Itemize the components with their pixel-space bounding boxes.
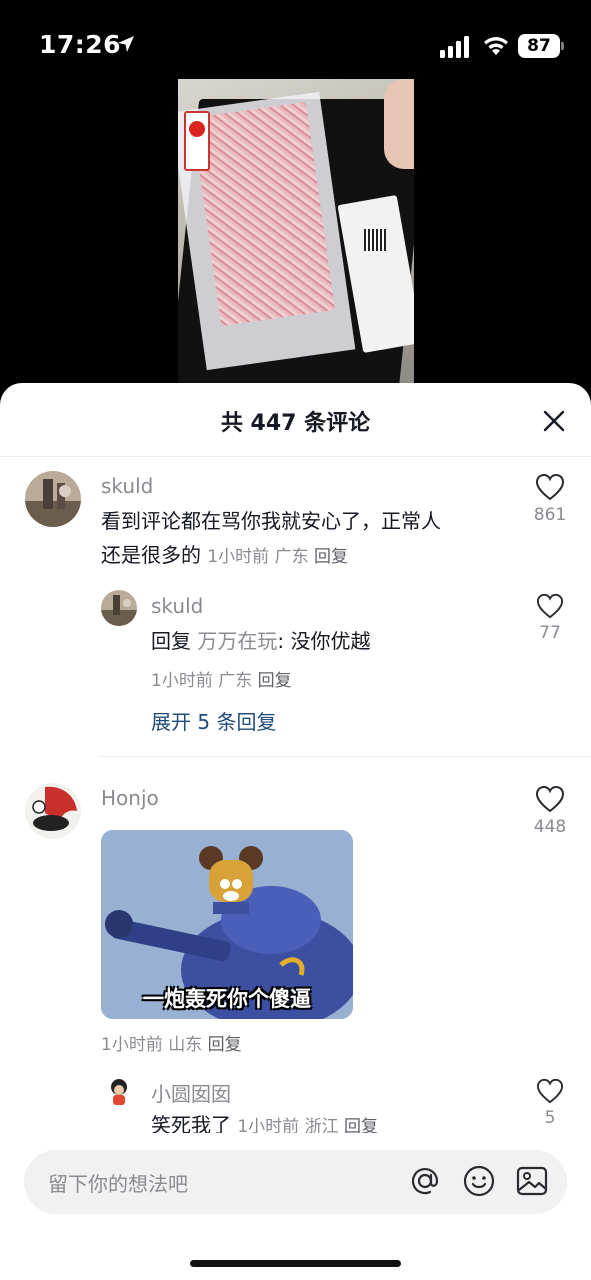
reply-meta: 1小时前 广东 回复 bbox=[151, 666, 292, 691]
like-button[interactable]: 5 bbox=[520, 1078, 580, 1128]
reply-username[interactable]: 小圆囡囡 bbox=[151, 1078, 231, 1107]
reply-button[interactable]: 回复 bbox=[258, 671, 292, 691]
comment-username[interactable]: Honjo bbox=[101, 786, 159, 810]
like-count: 861 bbox=[533, 505, 567, 525]
reply-prefix: 回复 bbox=[151, 629, 191, 653]
thread-divider bbox=[100, 756, 591, 757]
status-time: 17:26 bbox=[39, 30, 122, 59]
comment-text-line: 还是很多的 bbox=[101, 543, 201, 567]
comment-input-placeholder[interactable]: 留下你的想法吧 bbox=[48, 1168, 188, 1197]
comment-time: 1小时前 bbox=[101, 1035, 163, 1055]
like-button[interactable]: 861 bbox=[520, 473, 580, 525]
header-divider bbox=[0, 456, 591, 457]
comment-location: 山东 bbox=[168, 1035, 203, 1055]
like-count: 5 bbox=[544, 1108, 556, 1128]
sheet-title: 共 447 条评论 bbox=[220, 411, 371, 436]
reply-username[interactable]: skuld bbox=[151, 594, 203, 618]
reply-location: 广东 bbox=[218, 671, 253, 691]
comment-sticker-image[interactable]: 一炮轰死你个傻逼 bbox=[101, 830, 353, 1019]
comment-input-bar[interactable]: 留下你的想法吧 bbox=[24, 1150, 567, 1214]
image-icon[interactable] bbox=[515, 1164, 549, 1198]
close-icon[interactable] bbox=[540, 407, 568, 435]
reply-button[interactable]: 回复 bbox=[314, 547, 348, 567]
comment-text-line: 看到评论都在骂你我就安心了，正常人 bbox=[101, 509, 441, 533]
comment-location: 广东 bbox=[274, 547, 309, 567]
reply-to-user[interactable]: 万万在玩 bbox=[197, 629, 277, 653]
sticker-caption: 一炮轰死你个傻逼 bbox=[143, 987, 311, 1011]
avatar[interactable] bbox=[101, 590, 137, 626]
battery-icon: 87 bbox=[518, 34, 564, 58]
signal-icon bbox=[440, 36, 469, 58]
emoji-icon[interactable] bbox=[462, 1164, 496, 1198]
like-count: 448 bbox=[533, 817, 567, 837]
expand-replies-button[interactable]: 展开 5 条回复 bbox=[151, 706, 276, 735]
reply-body: : 没你优越 bbox=[277, 629, 371, 653]
comment-username[interactable]: skuld bbox=[101, 474, 153, 498]
heart-icon[interactable] bbox=[536, 1078, 564, 1104]
comment-time: 1小时前 bbox=[207, 547, 270, 567]
heart-icon[interactable] bbox=[535, 785, 565, 813]
comment-text: 看到评论都在骂你我就安心了，正常人 还是很多的 1小时前 广东 回复 bbox=[101, 504, 441, 574]
like-button[interactable]: 77 bbox=[520, 593, 580, 643]
wifi-icon bbox=[484, 37, 508, 55]
status-bar: 17:26 87 bbox=[0, 0, 591, 80]
location-arrow-icon bbox=[118, 36, 134, 52]
avatar[interactable] bbox=[101, 1075, 137, 1111]
avatar[interactable] bbox=[25, 783, 81, 839]
avatar[interactable] bbox=[25, 471, 81, 527]
video-preview[interactable] bbox=[178, 79, 414, 385]
heart-icon[interactable] bbox=[535, 473, 565, 501]
battery-level: 87 bbox=[518, 34, 560, 58]
home-indicator[interactable] bbox=[190, 1260, 401, 1267]
comment-meta: 1小时前 广东 回复 bbox=[207, 547, 348, 567]
reply-button[interactable]: 回复 bbox=[208, 1035, 242, 1055]
at-icon[interactable] bbox=[408, 1164, 442, 1198]
reply-time: 1小时前 bbox=[151, 671, 213, 691]
like-button[interactable]: 448 bbox=[520, 785, 580, 837]
comment-meta: 1小时前 山东 回复 bbox=[101, 1030, 242, 1055]
heart-icon[interactable] bbox=[536, 593, 564, 619]
reply-text: 回复 万万在玩: 没你优越 bbox=[151, 624, 370, 658]
like-count: 77 bbox=[539, 623, 561, 643]
